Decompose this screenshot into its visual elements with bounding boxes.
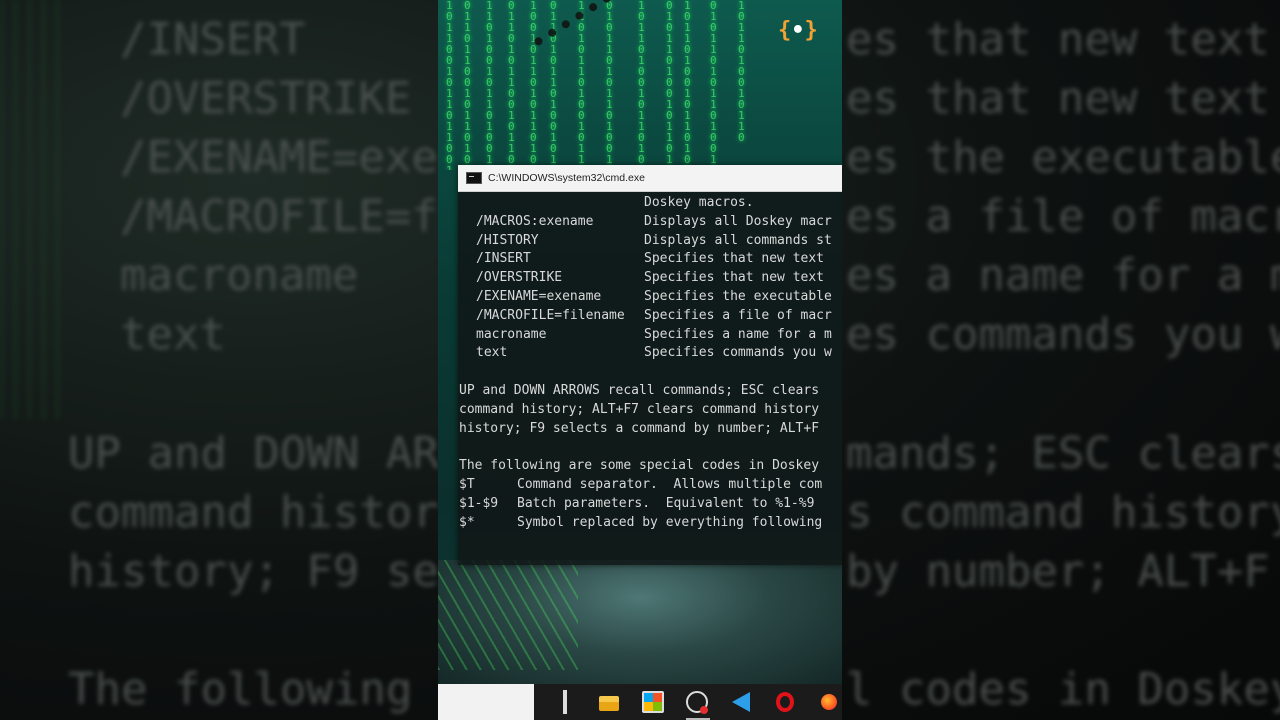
cmd-text: command history; ALT+F7 clears command h… — [459, 401, 820, 417]
firefox-icon[interactable] — [816, 688, 842, 716]
cmd-app-icon — [466, 172, 482, 184]
floor-matrix-rain — [438, 560, 578, 670]
taskbar-search-box[interactable] — [438, 684, 535, 720]
cmd-text: UP and DOWN ARROWS recall commands; ESC … — [459, 382, 820, 398]
opera-icon[interactable] — [772, 688, 798, 716]
cmd-window-title: C:\WINDOWS\system32\cmd.exe — [488, 172, 645, 184]
cmd-description: Command separator. Allows multiple com — [517, 476, 823, 492]
cmd-option: /MACROS:exename — [476, 213, 594, 229]
blur-line: /INSERT — [120, 14, 306, 65]
taskbar — [438, 684, 842, 720]
cmd-text: history; F9 selects a command by number;… — [459, 420, 820, 436]
cmd-description: Specifies that new text — [644, 251, 825, 267]
cmd-description: Displays all Doskey macr — [644, 213, 832, 229]
blur-line: UP and DOWN AR — [68, 428, 439, 479]
cmd-description: Symbol replaced by everything following — [517, 514, 823, 530]
cmd-line: $* Symbol replaced by everything followin… — [459, 514, 842, 533]
blur-line: es a file of macr — [846, 191, 1280, 242]
cmd-line: $T Command separator. Allows multiple com — [459, 476, 842, 495]
task-view-icon[interactable] — [552, 688, 578, 716]
cmd-line: /EXENAME=exename Specifies the executable — [459, 288, 842, 307]
cmd-line: /HISTORY Displays all commands st — [459, 232, 842, 251]
cmd-description: Specifies the executable — [644, 288, 832, 304]
cmd-line — [459, 363, 842, 382]
cmd-line — [459, 438, 842, 457]
vscode-icon[interactable] — [728, 688, 754, 716]
cmd-option: /EXENAME=exename — [476, 288, 602, 304]
cmd-line: /INSERT Specifies that new text — [459, 250, 842, 269]
cmd-option: text — [476, 345, 508, 361]
cmd-description: Specifies commands you w — [644, 345, 832, 361]
blur-line: /MACROFILE=fi — [120, 191, 465, 242]
cmd-line: $1-$9 Batch parameters. Equivalent to %1-… — [459, 495, 842, 514]
blur-line: history; F9 se — [68, 546, 439, 597]
blur-line: es that new text — [846, 73, 1270, 124]
cmd-window[interactable]: C:\WINDOWS\system32\cmd.exe Doskey macro… — [458, 165, 842, 565]
cmd-option: /OVERSTRIKE — [476, 270, 563, 286]
blur-line: es a name for a m — [846, 250, 1280, 301]
cmd-line: macroname Specifies a name for a m — [459, 326, 842, 345]
blur-line: by number; ALT+F — [846, 546, 1270, 597]
cmd-line: /OVERSTRIKE Specifies that new text — [459, 269, 842, 288]
blur-line: mands; ESC clears — [846, 428, 1280, 479]
cmd-line: Doskey macros. — [459, 194, 842, 213]
cmd-description: Displays all commands st — [644, 232, 832, 248]
blur-line: /OVERSTRIKE — [120, 73, 412, 124]
blur-line: es commands you w — [846, 309, 1280, 360]
blur-line: command histor — [68, 487, 439, 538]
blur-line: text — [120, 309, 226, 360]
cmd-description: Specifies a name for a m — [644, 326, 832, 342]
blur-line: /EXENAME=exe — [120, 132, 438, 183]
blur-line: s command history — [846, 487, 1280, 538]
blur-line: The following — [68, 664, 413, 715]
cmd-option: /MACROFILE=filename — [476, 307, 625, 323]
file-explorer-icon[interactable] — [596, 688, 622, 716]
cmd-line: text Specifies commands you w — [459, 344, 842, 363]
cmd-line: UP and DOWN ARROWS recall commands; ESC … — [459, 382, 842, 401]
cmd-line: command history; ALT+F7 clears command h… — [459, 401, 842, 420]
cmd-code: $1-$9 — [459, 495, 499, 511]
blur-line: l codes in Doskey — [846, 664, 1280, 715]
cmd-text: The following are some special codes in … — [459, 458, 820, 474]
performance-monitor-icon[interactable] — [684, 688, 711, 720]
cmd-description: Doskey macros. — [644, 195, 754, 210]
cmd-description: Specifies a file of macr — [644, 307, 832, 323]
cmd-titlebar[interactable]: C:\WINDOWS\system32\cmd.exe — [458, 165, 842, 192]
cmd-description: Batch parameters. Equivalent to %1-%9 — [517, 495, 815, 511]
channel-logo: {•} — [778, 18, 818, 43]
cmd-line: The following are some special codes in … — [459, 457, 842, 476]
video-frame: 10110010110110010101101011001011 0110110… — [438, 0, 842, 720]
blur-line: macroname — [120, 250, 359, 301]
blur-line: es that new text — [846, 14, 1270, 65]
cmd-option: macroname — [476, 326, 547, 342]
cmd-option: /INSERT — [476, 251, 531, 267]
cmd-description: Specifies that new text — [644, 270, 825, 286]
store-icon[interactable] — [640, 688, 666, 716]
cmd-option: /HISTORY — [476, 232, 539, 248]
cmd-line: history; F9 selects a command by number;… — [459, 420, 842, 439]
cmd-code: $* — [459, 514, 475, 530]
cmd-line: /MACROS:exename Displays all Doskey macr — [459, 213, 842, 232]
cmd-code: $T — [459, 476, 475, 492]
blur-line: es the executable — [846, 132, 1280, 183]
cmd-output: Doskey macros. /MACROS:exename Displays al… — [458, 192, 842, 532]
cmd-line: /MACROFILE=filename Specifies a file of m… — [459, 307, 842, 326]
